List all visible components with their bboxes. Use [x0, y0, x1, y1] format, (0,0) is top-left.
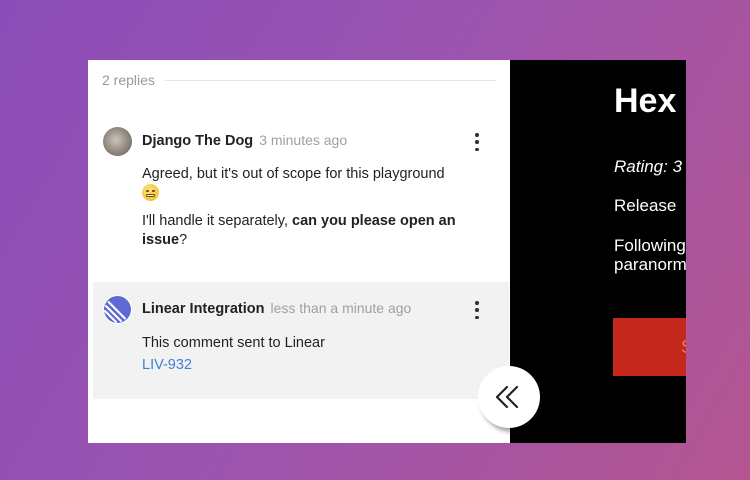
comment-timestamp: 3 minutes ago — [259, 132, 348, 148]
linear-logo-icon — [104, 296, 131, 323]
red-action-button[interactable]: S — [613, 318, 686, 376]
comment-item-highlighted: Linear Integration less than a minute ago… — [93, 282, 509, 399]
linear-issue-link[interactable]: LIV-932 — [142, 357, 192, 373]
comment-text: Agreed, but it's out of scope for this p… — [142, 165, 494, 204]
comment-text-prefix: I'll handle it separately, — [142, 213, 292, 229]
comment-author-line: Linear Integration less than a minute ago — [142, 300, 411, 317]
comment-thread-panel: 2 replies Django The Dog 3 minutes ago Ag… — [88, 60, 510, 443]
movie-description-line: paranorm — [614, 255, 686, 274]
comment-text: I'll handle it separately, can you pleas… — [142, 212, 494, 250]
linear-logo-avatar — [103, 295, 132, 324]
double-chevron-left-icon — [495, 385, 519, 409]
comment-author: Django The Dog — [142, 133, 254, 149]
movie-description-line: Following — [614, 236, 686, 255]
replies-count: 2 replies — [102, 72, 155, 88]
comment-item: Django The Dog 3 minutes ago Agreed, but … — [93, 114, 509, 282]
more-options-icon[interactable] — [471, 301, 483, 319]
more-options-icon[interactable] — [471, 133, 483, 151]
red-action-button-label: S — [681, 337, 686, 358]
collapse-panel-button[interactable] — [478, 366, 540, 428]
replies-divider: 2 replies — [102, 72, 496, 88]
movie-description: Following paranorm — [614, 236, 686, 274]
comment-timestamp: less than a minute ago — [270, 300, 412, 316]
comment-author-line: Django The Dog 3 minutes ago — [142, 132, 347, 149]
comment-text: This comment sent to Linear — [142, 335, 325, 351]
movie-rating: Rating: 3 — [614, 157, 683, 176]
divider-line — [164, 79, 496, 81]
comment-text-line: Agreed, but it's out of scope for this p… — [142, 166, 445, 182]
grimacing-face-emoji-icon — [142, 184, 159, 201]
app-frame: 2 replies Django The Dog 3 minutes ago Ag… — [88, 60, 686, 443]
dog-photo-avatar — [103, 127, 132, 156]
comment-text-suffix: ? — [179, 232, 188, 248]
movie-release: Release — [614, 196, 677, 215]
comment-author: Linear Integration — [142, 301, 265, 317]
movie-title: Hex — [614, 82, 677, 120]
